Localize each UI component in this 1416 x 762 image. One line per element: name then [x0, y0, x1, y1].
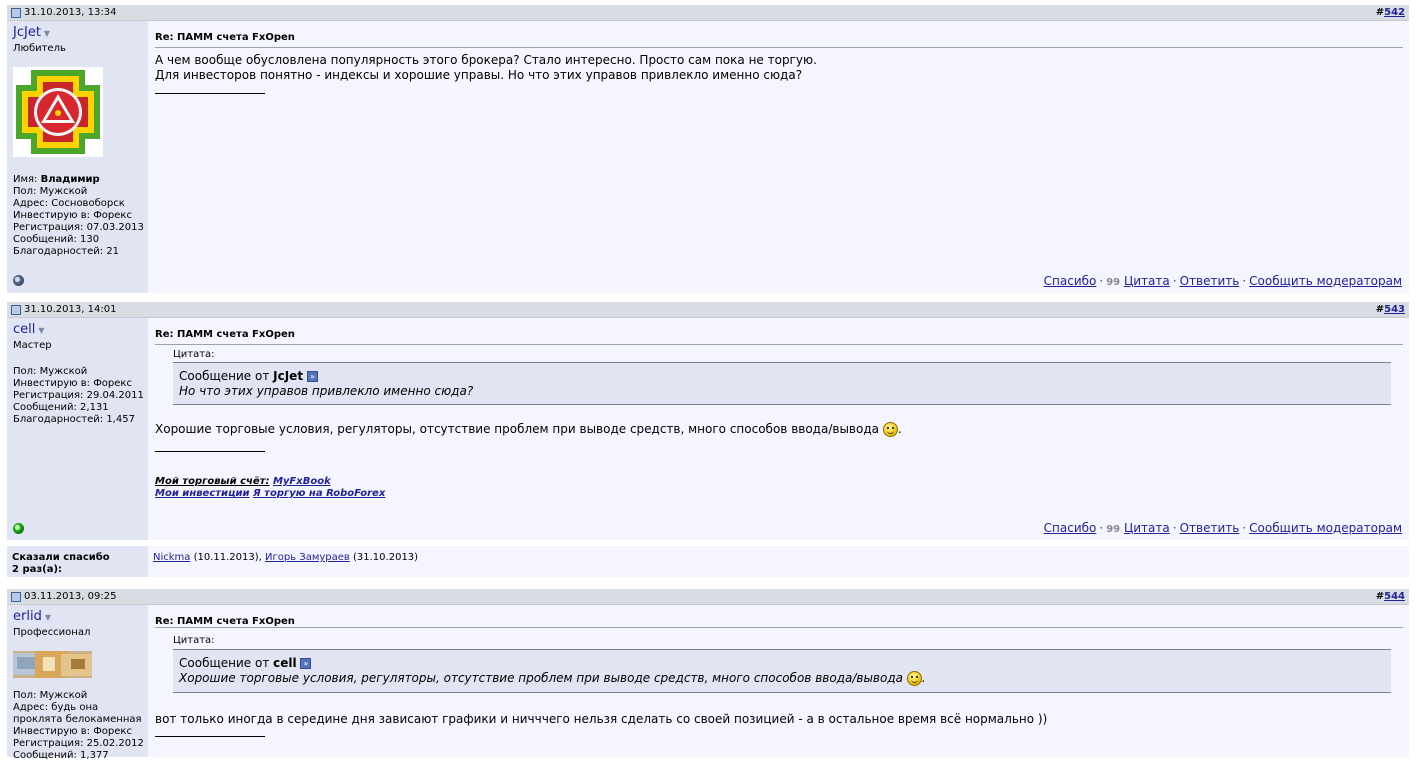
post-date: 31.10.2013, 14:01 [24, 304, 117, 315]
thanks-link[interactable]: Спасибо [1044, 274, 1097, 288]
user-rank: Профессионал [13, 627, 91, 638]
post-content: Re: ПАММ счета FxOpen Цитата: Сообщение … [148, 318, 1409, 540]
user-rank: Любитель [13, 43, 66, 54]
user-info: Имя: Владимир Пол: Мужской Адрес: Соснов… [13, 174, 144, 257]
report-link[interactable]: Сообщить модераторам [1249, 521, 1402, 535]
post: 31.10.2013, 14:01 #543 cell ▼ Мастер Пол:… [7, 302, 1409, 540]
post-content: Re: ПАММ счета FxOpen Цитата: Сообщение … [148, 605, 1409, 757]
quote-label: Цитата: [173, 349, 215, 360]
user-info: Пол: Мужской Адрес: будь она проклята бе… [13, 690, 144, 761]
post-text: Хорошие торговые условия, регуляторы, от… [155, 422, 902, 437]
title-divider [155, 344, 1403, 345]
myfxbook-link[interactable]: MyFxBook [273, 476, 331, 487]
avatar [13, 67, 103, 157]
post-text-line: Для инвесторов понятно - индексы и хорош… [155, 68, 803, 82]
reply-link[interactable]: Ответить [1180, 521, 1240, 535]
banknotes-avatar-icon [13, 651, 92, 678]
post-number-link[interactable]: 543 [1384, 304, 1405, 315]
quote-icon: 99 [1106, 277, 1121, 288]
title-divider [155, 627, 1403, 628]
quote-text: Но что этих управов привлекло именно сюд… [179, 384, 474, 398]
report-link[interactable]: Сообщить модераторам [1249, 274, 1402, 288]
quote-label: Цитата: [173, 635, 215, 646]
user-real-name: Владимир [40, 174, 100, 185]
username-link[interactable]: JcJet [13, 25, 41, 40]
signature-divider [155, 451, 265, 452]
title-divider [155, 47, 1403, 48]
user-rank: Мастер [13, 340, 52, 351]
user-panel: erlid ▼ Профессионал Пол: Мужской Адрес: … [7, 605, 148, 761]
thanks-user-link[interactable]: Игорь Замураев [265, 552, 350, 563]
roboforex-link[interactable]: Я торгую на RoboForex [253, 488, 385, 499]
post-icon [11, 591, 21, 602]
post-date: 31.10.2013, 13:34 [24, 7, 117, 18]
post-number: #542 [1375, 7, 1405, 18]
investments-link[interactable]: Мои инвестиции [155, 488, 250, 499]
post-header: 31.10.2013, 14:01 #543 [7, 302, 1409, 318]
post-icon [11, 304, 21, 315]
post: 31.10.2013, 13:34 #542 JcJet▼ Любитель [7, 5, 1409, 293]
post-date: 03.11.2013, 09:25 [24, 591, 117, 602]
post-number-link[interactable]: 542 [1384, 7, 1405, 18]
yantra-avatar-icon [13, 67, 103, 157]
go-to-post-icon[interactable]: » [300, 658, 312, 669]
signature-divider [155, 736, 265, 737]
post-actions: Спасибо · 99 Цитата · Ответить · Сообщить моде… [1043, 274, 1402, 288]
post-content: Re: ПАММ счета FxOpen А чем вообще обусл… [148, 21, 1409, 293]
post-icon [11, 7, 21, 18]
post-number-link[interactable]: 544 [1384, 591, 1405, 602]
user-panel: cell ▼ Мастер Пол: Мужской Инвестирую в: … [7, 318, 148, 540]
post-header: 31.10.2013, 13:34 #542 [7, 5, 1409, 21]
quote-author: JcJet [273, 369, 304, 383]
signature-divider [155, 93, 265, 94]
post-title: Re: ПАММ счета FxOpen [155, 32, 295, 43]
post: 03.11.2013, 09:25 #544 erlid ▼ Профессион… [7, 589, 1409, 761]
post-title: Re: ПАММ счета FxOpen [155, 616, 295, 627]
quote-text: Хорошие торговые условия, регуляторы, от… [179, 671, 926, 686]
post-actions: Спасибо · 99 Цитата · Ответить · Сообщить моде… [1043, 521, 1402, 535]
quote-icon: 99 [1106, 524, 1121, 535]
quote-link[interactable]: Цитата [1124, 274, 1170, 288]
avatar [13, 651, 92, 678]
quote-author: cell [273, 656, 297, 670]
post-number: #544 [1375, 591, 1405, 602]
smile-icon [906, 671, 922, 686]
post-number: #543 [1375, 304, 1405, 315]
smile-icon [882, 422, 898, 437]
post-text: вот только иногда в середине дня зависаю… [155, 712, 1048, 726]
post-header: 03.11.2013, 09:25 #544 [7, 589, 1409, 605]
chevron-down-icon[interactable]: ▼ [38, 325, 44, 337]
go-to-post-icon[interactable]: » [306, 371, 318, 382]
quote-box: Сообщение от JcJet » Но что этих управов… [173, 362, 1391, 405]
chevron-down-icon[interactable]: ▼ [45, 612, 51, 624]
username-link[interactable]: cell [13, 322, 35, 337]
thanks-link[interactable]: Спасибо [1044, 521, 1097, 535]
post-text-line: А чем вообще обусловлена популярность эт… [155, 53, 817, 67]
thanks-user-link[interactable]: Nickma [153, 552, 190, 563]
user-info: Пол: Мужской Инвестирую в: Форекс Регист… [13, 366, 144, 425]
username-link[interactable]: erlid [13, 609, 42, 624]
online-status-icon [13, 523, 24, 534]
post-title: Re: ПАММ счета FxOpen [155, 329, 295, 340]
chevron-down-icon[interactable]: ▼ [44, 28, 50, 40]
offline-status-icon [13, 275, 24, 286]
reply-link[interactable]: Ответить [1180, 274, 1240, 288]
thanks-label: Сказали спасибо 2 раз(а): [7, 546, 148, 577]
quote-box: Сообщение от cell » Хорошие торговые усл… [173, 649, 1391, 693]
thanks-block: Сказали спасибо 2 раз(а): Nickma (10.11.2… [7, 546, 1409, 577]
user-panel: JcJet ▼ Любитель Имя: Владимир Пол: Мужск [7, 21, 148, 293]
quote-link[interactable]: Цитата [1124, 521, 1170, 535]
signature: Мой торговый счёт: MyFxBook Мои инвестиц… [155, 476, 386, 499]
thanks-list: Nickma (10.11.2013), Игорь Замураев (31.… [148, 546, 1409, 577]
